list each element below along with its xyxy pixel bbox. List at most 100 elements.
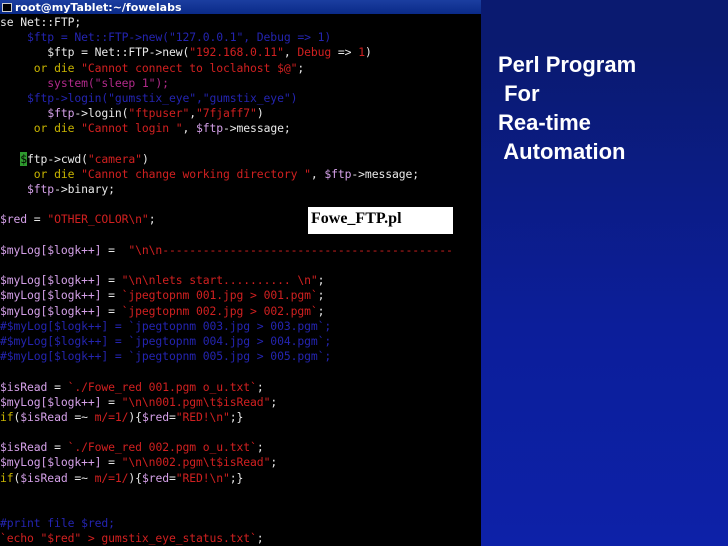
code-token: "OTHER_COLOR\n" (47, 212, 149, 227)
code-line: $ftp = Net::FTP->new("127.0.0.1", Debug … (0, 30, 481, 45)
code-token: ; (256, 379, 264, 394)
code-token: ; (148, 212, 156, 227)
code-line: or die "Cannot login ", $ftp->message; (0, 121, 481, 136)
code-line: $ftp->binary; (0, 182, 481, 197)
code-token: = (47, 440, 68, 455)
code-line: $ftp->login("ftpuser","7fjaff7") (0, 106, 481, 121)
code-line: $isRead = `./Fowe_red 002.pgm o_u.txt`; (0, 440, 481, 455)
code-token: , (189, 106, 196, 121)
code-token: $ftp = Net::FTP-> (0, 45, 163, 60)
code-editor[interactable]: se Net::FTP; $ftp = Net::FTP->new("127.0… (0, 15, 481, 546)
code-token: #print file $red; (0, 516, 115, 531)
code-token: $red (0, 212, 28, 227)
code-token: "camera" (87, 151, 142, 166)
code-token: $ftp (47, 106, 75, 121)
code-token: = (168, 409, 176, 424)
code-line: $myLog[$logk++] = "\n\n001.pgm\t$isRead"… (0, 395, 481, 410)
code-line: `echo "$red" > gumstix_eye_status.txt`; (0, 531, 481, 546)
code-line: #print file $red; (0, 516, 481, 531)
code-token: m/=1/ (94, 409, 129, 424)
code-token: ) (256, 106, 264, 121)
code-token: = (101, 303, 122, 318)
code-token: "\n\n-----------------------------------… (128, 242, 453, 257)
code-token: $isRead (0, 379, 48, 394)
code-token: = (101, 455, 122, 470)
slide-title-line: Perl Program (498, 52, 637, 77)
code-line: $myLog[$logk++] = "\n\n-----------------… (0, 243, 481, 258)
code-line: $ftp->login("gumstix_eye","gumstix_eye") (0, 91, 481, 106)
code-token: `./Fowe_red 001.pgm o_u.txt` (67, 379, 257, 394)
code-token: = (101, 288, 122, 303)
code-token: "7fjaff7" (196, 106, 257, 121)
code-token: #$myLog[$logk++] = `jpegtopnm 003.jpg > … (0, 318, 332, 333)
code-token: $myLog[$logk++] (0, 455, 102, 470)
code-token: ; (317, 288, 325, 303)
code-line: if($isRead =~ m/=1/){$red="RED!\n";} (0, 471, 481, 486)
code-line: $myLog[$logk++] = "\n\nlets start.......… (0, 273, 481, 288)
code-token: = (101, 394, 122, 409)
code-token: ; (317, 273, 325, 288)
code-line: if($isRead =~ m/=1/){$red="RED!\n";} (0, 410, 481, 425)
slide-title-line: Automation (498, 139, 626, 164)
code-token: m/=1/ (94, 470, 129, 485)
code-token: = (27, 212, 48, 227)
code-token: $ftp (324, 166, 352, 181)
code-token: Debug (297, 45, 332, 60)
code-token: $isRead (0, 440, 48, 455)
code-line: $myLog[$logk++] = `jpegtopnm 001.jpg > 0… (0, 288, 481, 303)
code-token: ; (256, 531, 264, 546)
code-line: #$myLog[$logk++] = `jpegtopnm 005.jpg > … (0, 349, 481, 364)
code-token: if (0, 470, 14, 485)
code-line: #$myLog[$logk++] = `jpegtopnm 003.jpg > … (0, 319, 481, 334)
slide-title-line: Rea-time (498, 110, 591, 135)
code-token: `jpegtopnm 002.jpg > 002.pgm` (121, 303, 318, 318)
code-token: $ftp->login("gumstix_eye","gumstix_eye") (0, 90, 298, 105)
code-token: =~ (67, 470, 95, 485)
code-token: "\n\n002.pgm\t$isRead" (121, 455, 271, 470)
code-token: $isRead (20, 409, 68, 424)
code-token: "Cannot connect to loclahost $@" (81, 60, 298, 75)
code-token: $ftp (196, 121, 224, 136)
code-token: =~ (67, 409, 95, 424)
code-token: "Cannot login " (81, 121, 183, 136)
code-token: if (0, 409, 14, 424)
code-token: or die (33, 60, 75, 75)
code-token: se Net::FTP; (0, 15, 82, 29)
code-token: ; (270, 455, 278, 470)
code-token: "ftpuser" (128, 106, 190, 121)
code-token: "192.168.0.11" (189, 45, 284, 60)
code-token: ;} (229, 409, 244, 424)
code-token: ; (270, 394, 278, 409)
code-token: ){ (128, 470, 142, 485)
code-token: , (283, 45, 298, 60)
code-token: $ftp = Net::FTP->new("127.0.0.1", Debug … (0, 30, 332, 45)
code-token: ){ (128, 409, 142, 424)
code-token: ) (364, 45, 372, 60)
code-token: , (310, 166, 325, 181)
slide-panel: Perl Program For Rea-time Automation (481, 0, 728, 546)
code-token: system("sleep 1"); (0, 75, 169, 90)
code-token: ) (141, 151, 149, 166)
code-line: or die "Cannot change working directory … (0, 167, 481, 182)
code-token: "RED!\n" (175, 470, 230, 485)
code-token: = (168, 470, 176, 485)
code-token: ; (256, 440, 264, 455)
code-token: $myLog[$logk++] (0, 303, 102, 318)
code-token: or die (33, 121, 75, 136)
code-token: ; (317, 303, 325, 318)
code-token: $isRead (20, 470, 68, 485)
code-token: new (162, 45, 183, 60)
terminal-window: root@myTablet:~/fowelabs se Net::FTP; $f… (0, 0, 481, 546)
terminal-titlebar[interactable]: root@myTablet:~/fowelabs (0, 0, 481, 14)
code-token: #$myLog[$logk++] = `jpegtopnm 004.jpg > … (0, 333, 332, 348)
code-token: , (182, 121, 196, 136)
